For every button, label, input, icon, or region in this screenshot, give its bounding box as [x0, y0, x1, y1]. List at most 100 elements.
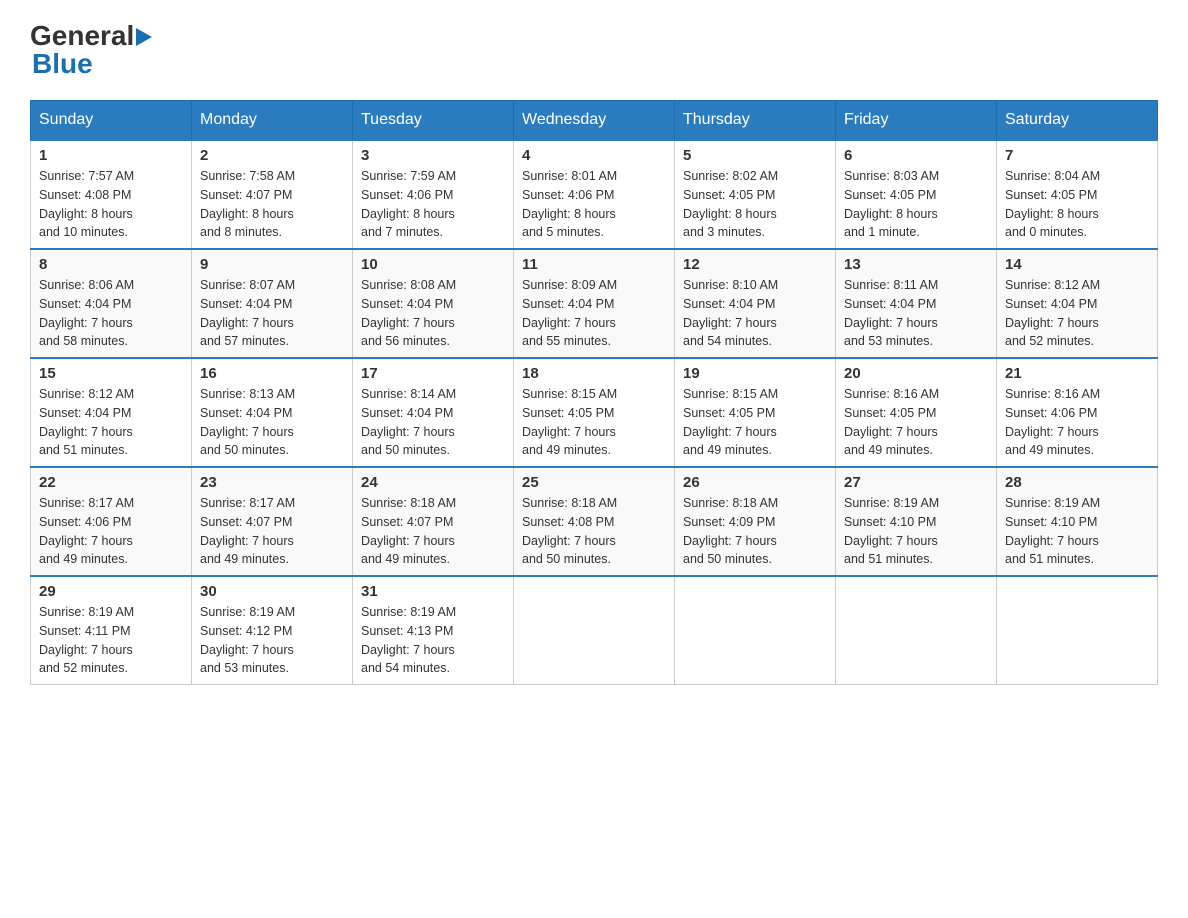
calendar-cell	[997, 576, 1158, 685]
day-number: 12	[683, 256, 827, 273]
calendar-cell: 9 Sunrise: 8:07 AMSunset: 4:04 PMDaylight…	[192, 249, 353, 358]
day-number: 25	[522, 474, 666, 491]
day-number: 31	[361, 583, 505, 600]
day-info: Sunrise: 8:17 AMSunset: 4:07 PMDaylight:…	[200, 494, 344, 569]
day-number: 1	[39, 147, 183, 164]
day-info: Sunrise: 8:06 AMSunset: 4:04 PMDaylight:…	[39, 276, 183, 351]
day-info: Sunrise: 8:04 AMSunset: 4:05 PMDaylight:…	[1005, 167, 1149, 242]
calendar-cell: 30 Sunrise: 8:19 AMSunset: 4:12 PMDayligh…	[192, 576, 353, 685]
header-friday: Friday	[836, 101, 997, 141]
calendar-week-row: 8Sunrise: 8:06 AMSunset: 4:04 PMDaylight…	[31, 249, 1158, 358]
calendar-cell: 18 Sunrise: 8:15 AMSunset: 4:05 PMDayligh…	[514, 358, 675, 467]
logo: General Blue	[30, 20, 153, 80]
day-info: Sunrise: 8:15 AMSunset: 4:05 PMDaylight:…	[522, 385, 666, 460]
calendar-cell	[675, 576, 836, 685]
day-info: Sunrise: 8:19 AMSunset: 4:13 PMDaylight:…	[361, 603, 505, 678]
header-saturday: Saturday	[997, 101, 1158, 141]
day-info: Sunrise: 8:08 AMSunset: 4:04 PMDaylight:…	[361, 276, 505, 351]
day-number: 11	[522, 256, 666, 273]
day-header-row: Sunday Monday Tuesday Wednesday Thursday…	[31, 101, 1158, 141]
day-number: 2	[200, 147, 344, 164]
calendar-cell: 17 Sunrise: 8:14 AMSunset: 4:04 PMDayligh…	[353, 358, 514, 467]
page-header: General Blue	[30, 20, 1158, 80]
day-info: Sunrise: 8:19 AMSunset: 4:10 PMDaylight:…	[1005, 494, 1149, 569]
logo-blue-text: Blue	[32, 48, 93, 80]
day-number: 19	[683, 365, 827, 382]
day-number: 6	[844, 147, 988, 164]
day-number: 9	[200, 256, 344, 273]
calendar-cell: 3Sunrise: 7:59 AMSunset: 4:06 PMDaylight…	[353, 140, 514, 249]
header-monday: Monday	[192, 101, 353, 141]
header-sunday: Sunday	[31, 101, 192, 141]
calendar-cell: 25 Sunrise: 8:18 AMSunset: 4:08 PMDayligh…	[514, 467, 675, 576]
day-info: Sunrise: 8:17 AMSunset: 4:06 PMDaylight:…	[39, 494, 183, 569]
calendar-cell: 4 Sunrise: 8:01 AMSunset: 4:06 PMDaylight…	[514, 140, 675, 249]
day-number: 10	[361, 256, 505, 273]
calendar-table: Sunday Monday Tuesday Wednesday Thursday…	[30, 100, 1158, 685]
day-number: 16	[200, 365, 344, 382]
calendar-cell: 12 Sunrise: 8:10 AMSunset: 4:04 PMDayligh…	[675, 249, 836, 358]
day-info: Sunrise: 8:10 AMSunset: 4:04 PMDaylight:…	[683, 276, 827, 351]
day-info: Sunrise: 8:13 AMSunset: 4:04 PMDaylight:…	[200, 385, 344, 460]
calendar-cell: 13Sunrise: 8:11 AMSunset: 4:04 PMDayligh…	[836, 249, 997, 358]
header-thursday: Thursday	[675, 101, 836, 141]
calendar-week-row: 29Sunrise: 8:19 AMSunset: 4:11 PMDayligh…	[31, 576, 1158, 685]
day-info: Sunrise: 8:19 AMSunset: 4:10 PMDaylight:…	[844, 494, 988, 569]
calendar-week-row: 22 Sunrise: 8:17 AMSunset: 4:06 PMDayligh…	[31, 467, 1158, 576]
day-info: Sunrise: 8:12 AMSunset: 4:04 PMDaylight:…	[39, 385, 183, 460]
day-number: 27	[844, 474, 988, 491]
day-number: 15	[39, 365, 183, 382]
calendar-cell: 28 Sunrise: 8:19 AMSunset: 4:10 PMDayligh…	[997, 467, 1158, 576]
day-info: Sunrise: 8:14 AMSunset: 4:04 PMDaylight:…	[361, 385, 505, 460]
calendar-cell: 19 Sunrise: 8:15 AMSunset: 4:05 PMDayligh…	[675, 358, 836, 467]
day-number: 26	[683, 474, 827, 491]
calendar-cell: 29Sunrise: 8:19 AMSunset: 4:11 PMDayligh…	[31, 576, 192, 685]
calendar-cell: 1Sunrise: 7:57 AMSunset: 4:08 PMDaylight…	[31, 140, 192, 249]
day-number: 5	[683, 147, 827, 164]
calendar-cell: 27 Sunrise: 8:19 AMSunset: 4:10 PMDayligh…	[836, 467, 997, 576]
day-number: 3	[361, 147, 505, 164]
calendar-cell: 6Sunrise: 8:03 AMSunset: 4:05 PMDaylight…	[836, 140, 997, 249]
day-number: 21	[1005, 365, 1149, 382]
day-info: Sunrise: 8:19 AMSunset: 4:11 PMDaylight:…	[39, 603, 183, 678]
day-info: Sunrise: 8:16 AMSunset: 4:05 PMDaylight:…	[844, 385, 988, 460]
day-info: Sunrise: 8:19 AMSunset: 4:12 PMDaylight:…	[200, 603, 344, 678]
calendar-cell: 10 Sunrise: 8:08 AMSunset: 4:04 PMDayligh…	[353, 249, 514, 358]
calendar-cell: 16 Sunrise: 8:13 AMSunset: 4:04 PMDayligh…	[192, 358, 353, 467]
day-number: 13	[844, 256, 988, 273]
day-info: Sunrise: 8:01 AMSunset: 4:06 PMDaylight:…	[522, 167, 666, 242]
day-number: 22	[39, 474, 183, 491]
day-number: 20	[844, 365, 988, 382]
calendar-cell: 15 Sunrise: 8:12 AMSunset: 4:04 PMDayligh…	[31, 358, 192, 467]
day-number: 4	[522, 147, 666, 164]
calendar-cell	[836, 576, 997, 685]
calendar-cell: 8Sunrise: 8:06 AMSunset: 4:04 PMDaylight…	[31, 249, 192, 358]
day-info: Sunrise: 8:07 AMSunset: 4:04 PMDaylight:…	[200, 276, 344, 351]
day-info: Sunrise: 7:58 AMSunset: 4:07 PMDaylight:…	[200, 167, 344, 242]
calendar-cell: 21 Sunrise: 8:16 AMSunset: 4:06 PMDayligh…	[997, 358, 1158, 467]
day-info: Sunrise: 8:02 AMSunset: 4:05 PMDaylight:…	[683, 167, 827, 242]
day-number: 18	[522, 365, 666, 382]
calendar-week-row: 15 Sunrise: 8:12 AMSunset: 4:04 PMDayligh…	[31, 358, 1158, 467]
day-number: 17	[361, 365, 505, 382]
calendar-cell: 26 Sunrise: 8:18 AMSunset: 4:09 PMDayligh…	[675, 467, 836, 576]
calendar-cell: 31 Sunrise: 8:19 AMSunset: 4:13 PMDayligh…	[353, 576, 514, 685]
calendar-cell: 23 Sunrise: 8:17 AMSunset: 4:07 PMDayligh…	[192, 467, 353, 576]
header-wednesday: Wednesday	[514, 101, 675, 141]
day-number: 28	[1005, 474, 1149, 491]
day-info: Sunrise: 8:15 AMSunset: 4:05 PMDaylight:…	[683, 385, 827, 460]
day-info: Sunrise: 8:18 AMSunset: 4:09 PMDaylight:…	[683, 494, 827, 569]
day-info: Sunrise: 8:18 AMSunset: 4:07 PMDaylight:…	[361, 494, 505, 569]
calendar-cell: 5 Sunrise: 8:02 AMSunset: 4:05 PMDaylight…	[675, 140, 836, 249]
day-number: 23	[200, 474, 344, 491]
calendar-cell: 14 Sunrise: 8:12 AMSunset: 4:04 PMDayligh…	[997, 249, 1158, 358]
calendar-cell: 7Sunrise: 8:04 AMSunset: 4:05 PMDaylight…	[997, 140, 1158, 249]
day-info: Sunrise: 8:16 AMSunset: 4:06 PMDaylight:…	[1005, 385, 1149, 460]
day-info: Sunrise: 8:18 AMSunset: 4:08 PMDaylight:…	[522, 494, 666, 569]
day-number: 30	[200, 583, 344, 600]
day-number: 24	[361, 474, 505, 491]
day-info: Sunrise: 8:12 AMSunset: 4:04 PMDaylight:…	[1005, 276, 1149, 351]
calendar-week-row: 1Sunrise: 7:57 AMSunset: 4:08 PMDaylight…	[31, 140, 1158, 249]
header-tuesday: Tuesday	[353, 101, 514, 141]
day-number: 14	[1005, 256, 1149, 273]
